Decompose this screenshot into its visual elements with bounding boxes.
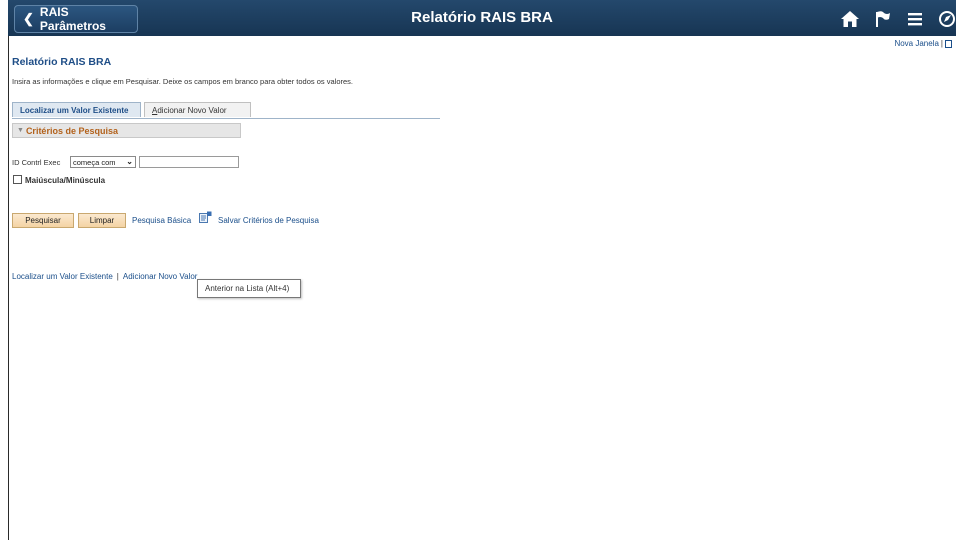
tab-strip: Localizar um Valor Existente Adicionar N… bbox=[12, 102, 440, 119]
separator: | bbox=[116, 272, 119, 281]
basic-search-link[interactable]: Pesquisa Básica bbox=[132, 216, 191, 225]
field-label-run-control: ID Contrl Exec bbox=[12, 158, 61, 167]
header-bar: ❮ RAIS Parâmetros Relatório RAIS BRA bbox=[8, 0, 956, 36]
instructions-text: Insira as informações e clique em Pesqui… bbox=[12, 77, 354, 86]
menu-icon[interactable] bbox=[906, 10, 928, 28]
new-window-link[interactable]: Nova Janela bbox=[894, 39, 938, 48]
run-control-input[interactable] bbox=[139, 156, 239, 168]
collapse-triangle-icon: ▼ bbox=[17, 127, 24, 134]
search-button-label: Pesquisar bbox=[25, 216, 61, 225]
add-new-link[interactable]: Adicionar Novo Valor bbox=[123, 272, 198, 281]
tab-add-new-label: dicionar Novo Valor bbox=[157, 105, 227, 115]
bottom-links: Localizar um Valor Existente | Adicionar N… bbox=[12, 272, 197, 281]
tooltip: Anterior na Lista (Alt+4) bbox=[197, 279, 301, 298]
search-criteria-title: Critérios de Pesquisa bbox=[25, 125, 118, 136]
navbar-icon[interactable] bbox=[938, 10, 956, 28]
window-left-border bbox=[8, 0, 9, 540]
save-search-icon[interactable] bbox=[199, 211, 212, 223]
save-criteria-link[interactable]: Salvar Critérios de Pesquisa bbox=[218, 216, 319, 225]
tab-find-existing-label: Localizar um Valor Existente bbox=[20, 105, 129, 115]
search-criteria-header[interactable]: ▼ Critérios de Pesquisa bbox=[12, 123, 241, 138]
clear-button-label: Limpar bbox=[89, 216, 115, 225]
operator-select[interactable]: começa com ⌄ bbox=[70, 156, 136, 168]
tab-find-existing[interactable]: Localizar um Valor Existente bbox=[12, 102, 141, 117]
find-existing-link[interactable]: Localizar um Valor Existente bbox=[12, 272, 113, 281]
home-icon[interactable] bbox=[840, 10, 862, 28]
tooltip-text: Anterior na Lista (Alt+4) bbox=[205, 284, 290, 293]
search-button[interactable]: Pesquisar bbox=[12, 213, 74, 228]
top-links: Nova Janela | bbox=[894, 39, 952, 48]
separator: | bbox=[940, 39, 943, 48]
flag-icon[interactable] bbox=[874, 10, 896, 28]
clear-button[interactable]: Limpar bbox=[78, 213, 126, 228]
header-title: Relatório RAIS BRA bbox=[411, 9, 553, 26]
tab-add-new[interactable]: Adicionar Novo Valor bbox=[144, 102, 251, 117]
page-title: Relatório RAIS BRA bbox=[12, 56, 112, 68]
case-sensitive-checkbox[interactable] bbox=[13, 175, 22, 184]
chevron-down-icon: ⌄ bbox=[126, 157, 133, 166]
help-icon[interactable] bbox=[945, 40, 952, 48]
case-sensitive-label: Maiúscula/Minúscula bbox=[25, 176, 106, 185]
operator-select-value: começa com bbox=[73, 157, 116, 167]
